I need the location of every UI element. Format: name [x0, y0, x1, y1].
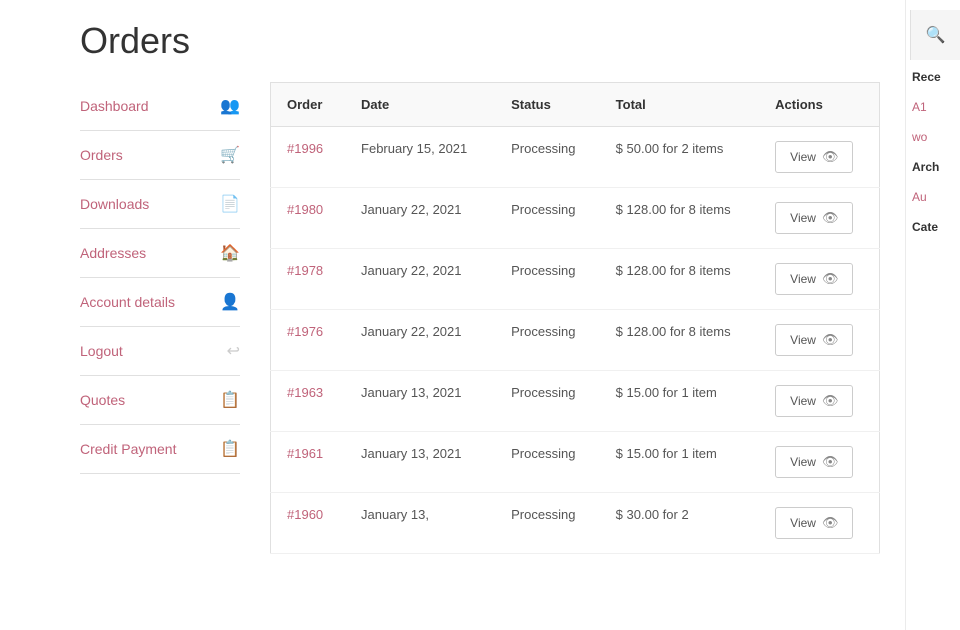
eye-icon-2: 👁 — [822, 271, 839, 287]
order-date-1: January 22, 2021 — [345, 188, 495, 249]
logout-icon: ↩ — [227, 341, 240, 361]
order-link-1[interactable]: #1980 — [287, 202, 323, 217]
order-status-6: Processing — [495, 493, 600, 554]
col-header-order: Order — [271, 83, 346, 127]
sidebar-item-logout[interactable]: Logout ↩ — [80, 327, 240, 376]
order-status-0: Processing — [495, 127, 600, 188]
order-link-3[interactable]: #1976 — [287, 324, 323, 339]
view-label-6: View — [790, 516, 816, 530]
view-label-1: View — [790, 211, 816, 225]
order-status-3: Processing — [495, 310, 600, 371]
order-total-6: $ 30.00 for 2 — [600, 493, 759, 554]
orders-icon: 🛒 — [220, 145, 240, 165]
view-button-3[interactable]: View 👁 — [775, 324, 853, 356]
downloads-icon: 📄 — [220, 194, 240, 214]
search-icon: 🔍 — [926, 25, 946, 45]
order-link-5[interactable]: #1961 — [287, 446, 323, 461]
addresses-icon: 🏠 — [220, 243, 240, 263]
view-button-2[interactable]: View 👁 — [775, 263, 853, 295]
order-link-4[interactable]: #1963 — [287, 385, 323, 400]
quotes-icon: 📋 — [220, 390, 240, 410]
col-header-date: Date — [345, 83, 495, 127]
order-status-4: Processing — [495, 371, 600, 432]
col-header-status: Status — [495, 83, 600, 127]
view-label-5: View — [790, 455, 816, 469]
order-date-6: January 13, — [345, 493, 495, 554]
sidebar-item-quotes[interactable]: Quotes 📋 — [80, 376, 240, 425]
table-row: #1996 February 15, 2021 Processing $ 50.… — [271, 127, 880, 188]
order-link-0[interactable]: #1996 — [287, 141, 323, 156]
col-header-actions: Actions — [759, 83, 879, 127]
order-status-5: Processing — [495, 432, 600, 493]
dashboard-icon: 👥 — [220, 96, 240, 116]
order-date-4: January 13, 2021 — [345, 371, 495, 432]
order-status-1: Processing — [495, 188, 600, 249]
order-total-2: $ 128.00 for 8 items — [600, 249, 759, 310]
category-label: Cate — [912, 220, 954, 234]
view-button-6[interactable]: View 👁 — [775, 507, 853, 539]
table-row: #1963 January 13, 2021 Processing $ 15.0… — [271, 371, 880, 432]
archive-label: Arch — [912, 160, 954, 174]
eye-icon-1: 👁 — [822, 210, 839, 226]
order-date-5: January 13, 2021 — [345, 432, 495, 493]
right-panel-partial: Rece He Rece A1 wo Arch Au Cate — [905, 82, 960, 630]
order-total-5: $ 15.00 for 1 item — [600, 432, 759, 493]
order-link-6[interactable]: #1960 — [287, 507, 323, 522]
order-link-2[interactable]: #1978 — [287, 263, 323, 278]
view-button-5[interactable]: View 👁 — [775, 446, 853, 478]
eye-icon-3: 👁 — [822, 332, 839, 348]
eye-icon-6: 👁 — [822, 515, 839, 531]
recent-link-2[interactable]: A1 — [912, 100, 954, 114]
eye-icon-5: 👁 — [822, 454, 839, 470]
order-total-1: $ 128.00 for 8 items — [600, 188, 759, 249]
archive-link-1[interactable]: Au — [912, 190, 954, 204]
eye-icon-4: 👁 — [822, 393, 839, 409]
table-row: #1976 January 22, 2021 Processing $ 128.… — [271, 310, 880, 371]
page-title: Orders — [0, 0, 960, 82]
sidebar-item-addresses[interactable]: Addresses 🏠 — [80, 229, 240, 278]
sidebar-item-account-details[interactable]: Account details 👤 — [80, 278, 240, 327]
view-button-0[interactable]: View 👁 — [775, 141, 853, 173]
view-button-4[interactable]: View 👁 — [775, 385, 853, 417]
order-total-0: $ 50.00 for 2 items — [600, 127, 759, 188]
view-label-2: View — [790, 272, 816, 286]
search-button[interactable]: 🔍 — [910, 10, 960, 60]
recent-link-3[interactable]: wo — [912, 130, 954, 144]
order-date-2: January 22, 2021 — [345, 249, 495, 310]
col-header-total: Total — [600, 83, 759, 127]
view-label-4: View — [790, 394, 816, 408]
sidebar-item-downloads[interactable]: Downloads 📄 — [80, 180, 240, 229]
view-label-0: View — [790, 150, 816, 164]
table-row: #1961 January 13, 2021 Processing $ 15.0… — [271, 432, 880, 493]
order-total-4: $ 15.00 for 1 item — [600, 371, 759, 432]
orders-table: Order Date Status Total Actions #1996 Fe… — [270, 82, 880, 554]
view-label-3: View — [790, 333, 816, 347]
credit-payment-icon: 📋 — [220, 439, 240, 459]
account-icon: 👤 — [220, 292, 240, 312]
orders-table-section: Order Date Status Total Actions #1996 Fe… — [270, 82, 880, 630]
sidebar: Dashboard 👥 Orders 🛒 Downloads 📄 Address… — [80, 82, 240, 630]
sidebar-item-credit-payment[interactable]: Credit Payment 📋 — [80, 425, 240, 474]
sidebar-item-orders[interactable]: Orders 🛒 — [80, 131, 240, 180]
order-date-3: January 22, 2021 — [345, 310, 495, 371]
eye-icon-0: 👁 — [822, 149, 839, 165]
table-row: #1960 January 13, Processing $ 30.00 for… — [271, 493, 880, 554]
recent-label-2: Rece — [912, 82, 954, 84]
table-row: #1980 January 22, 2021 Processing $ 128.… — [271, 188, 880, 249]
view-button-1[interactable]: View 👁 — [775, 202, 853, 234]
order-date-0: February 15, 2021 — [345, 127, 495, 188]
sidebar-item-dashboard[interactable]: Dashboard 👥 — [80, 82, 240, 131]
table-row: #1978 January 22, 2021 Processing $ 128.… — [271, 249, 880, 310]
order-status-2: Processing — [495, 249, 600, 310]
order-total-3: $ 128.00 for 8 items — [600, 310, 759, 371]
